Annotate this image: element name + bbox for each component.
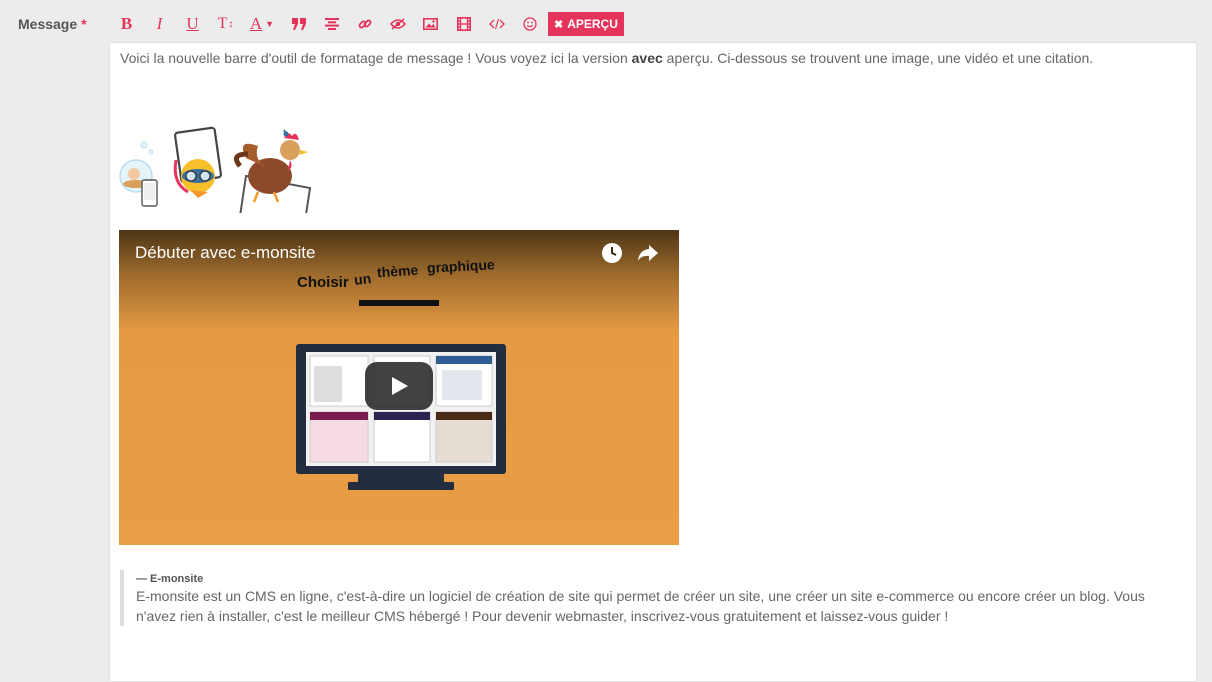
italic-button[interactable]: I bbox=[143, 10, 176, 38]
required-asterisk: * bbox=[81, 16, 87, 32]
slide-heading: Choisir un thème graphique bbox=[297, 256, 537, 296]
text-size-glyph: T bbox=[217, 15, 228, 32]
caret-down-icon: ▼ bbox=[265, 19, 275, 29]
close-icon: ✖ bbox=[554, 18, 564, 31]
link-button[interactable] bbox=[348, 10, 381, 38]
text-color-button[interactable]: A ▼ bbox=[242, 10, 282, 38]
slide-word-2: un bbox=[353, 270, 372, 288]
slide-underline bbox=[359, 300, 439, 306]
preview-label: APERÇU bbox=[567, 17, 618, 31]
text-size-arrows-icon: ↕ bbox=[228, 18, 234, 30]
underline-glyph: U bbox=[186, 14, 199, 33]
film-icon bbox=[456, 17, 471, 31]
align-center-icon bbox=[324, 18, 339, 30]
quote-text: E-monsite est un CMS en ligne, c'est-à-d… bbox=[136, 588, 1145, 624]
quote-icon bbox=[291, 18, 306, 30]
image-icon bbox=[423, 18, 438, 30]
link-icon bbox=[358, 19, 371, 29]
message-editor[interactable]: Voici la nouvelle barre d'outil de forma… bbox=[109, 42, 1197, 682]
bold-button[interactable]: B bbox=[110, 10, 143, 38]
message-label-text: Message bbox=[18, 16, 78, 32]
slide-word-1: Choisir bbox=[297, 274, 349, 291]
video-button[interactable] bbox=[447, 10, 480, 38]
play-button[interactable] bbox=[365, 362, 433, 410]
play-icon bbox=[392, 377, 408, 395]
intro-paragraph: Voici la nouvelle barre d'outil de forma… bbox=[120, 50, 1093, 66]
underline-button[interactable]: U bbox=[176, 10, 209, 38]
message-label: Message * bbox=[18, 16, 87, 32]
slide-word-3: thème bbox=[376, 261, 419, 281]
align-center-button[interactable] bbox=[315, 10, 348, 38]
formatting-toolbar: B I U T ↕ A ▼ ✖ APERÇU bbox=[110, 10, 624, 38]
text-size-button[interactable]: T ↕ bbox=[209, 10, 242, 38]
smiley-icon bbox=[522, 17, 537, 31]
spoiler-button[interactable] bbox=[381, 10, 414, 38]
text-color-glyph: A bbox=[249, 14, 263, 33]
devices-illustration bbox=[119, 126, 312, 213]
watch-later-icon[interactable] bbox=[601, 242, 623, 264]
video-title: Débuter avec e-monsite bbox=[135, 243, 316, 262]
quote-button[interactable] bbox=[282, 10, 315, 38]
intro-text-start: Voici la nouvelle barre d'outil de forma… bbox=[120, 50, 632, 66]
video-player[interactable]: Débuter avec e-monsite Choisir un thème … bbox=[119, 230, 679, 545]
code-button[interactable] bbox=[480, 10, 513, 38]
italic-glyph: I bbox=[156, 14, 163, 33]
preview-toggle-button[interactable]: ✖ APERÇU bbox=[548, 12, 624, 36]
image-button[interactable] bbox=[414, 10, 447, 38]
bold-glyph: B bbox=[120, 14, 133, 33]
intro-text-bold: avec bbox=[631, 50, 663, 66]
blockquote: — E-monsite E-monsite est un CMS en lign… bbox=[120, 570, 1180, 626]
share-icon[interactable] bbox=[637, 243, 659, 263]
slide-word-4: graphique bbox=[426, 256, 496, 276]
intro-text-end: aperçu. Ci-dessous se trouvent une image… bbox=[662, 50, 1094, 66]
eye-slash-icon bbox=[389, 18, 406, 30]
code-icon bbox=[488, 18, 505, 30]
emoji-button[interactable] bbox=[513, 10, 546, 38]
quote-author: — E-monsite bbox=[136, 573, 204, 585]
